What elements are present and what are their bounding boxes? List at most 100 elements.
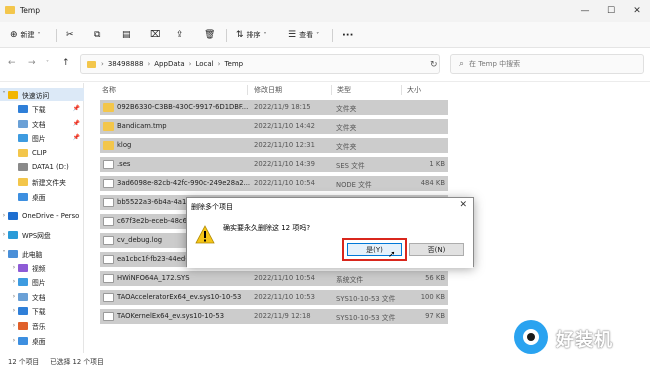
file-date: 2022/11/9 12:18	[254, 312, 311, 320]
trash-icon: 🗑	[204, 30, 216, 40]
file-row[interactable]: 092B6330-C3BB-430C-9917-6D1DBF... 2022/11…	[100, 100, 448, 115]
search-placeholder: 在 Temp 中搜索	[469, 60, 521, 68]
copy-button[interactable]: ⧉	[94, 27, 103, 43]
more-button[interactable]: ···	[342, 27, 353, 43]
breadcrumb-item[interactable]: Temp	[224, 60, 243, 68]
sidebar-item[interactable]: ˅ 此电脑	[0, 247, 84, 260]
file-type: 文件夹	[336, 143, 357, 151]
expand-chevron-icon[interactable]: ›	[10, 278, 18, 285]
file-date: 2022/11/9 18:15	[254, 103, 311, 111]
minimize-button[interactable]: —	[572, 0, 598, 22]
expand-chevron-icon[interactable]: ›	[10, 293, 18, 300]
computer-icon	[8, 249, 18, 258]
column-size[interactable]: 大小	[407, 85, 421, 95]
breadcrumb-separator: ›	[217, 60, 221, 68]
breadcrumb-separator: ›	[147, 60, 151, 68]
breadcrumb-item[interactable]: AppData	[154, 60, 184, 68]
sidebar-item-label: 文档	[32, 120, 46, 129]
sort-button[interactable]: ⇅ 排序 ˅	[236, 27, 267, 43]
file-icon	[103, 217, 114, 226]
file-size: 56 KB	[425, 274, 445, 282]
new-button[interactable]: ⊕ 新建 ˅	[10, 27, 41, 43]
recent-chevron-icon[interactable]: ˅	[46, 60, 49, 67]
dialog-close-button[interactable]: ✕	[459, 200, 467, 210]
share-button[interactable]: ⇪	[176, 27, 187, 43]
sidebar-item[interactable]: 文档 📌	[0, 117, 84, 130]
picture-icon	[18, 133, 28, 142]
search-input[interactable]: ⌕ 在 Temp 中搜索	[450, 54, 644, 74]
file-row[interactable]: TAOAcceleratorEx64_ev.sys10-10-53 2022/11…	[100, 290, 448, 305]
sidebar-item-label: WPS网盘	[22, 231, 51, 240]
file-row[interactable]: HWiNFO64A_172.SYS 2022/11/10 10:54 系统文件 56 …	[100, 271, 448, 286]
dialog-title-bar: 删除多个项目 ✕	[187, 198, 473, 216]
file-name: TAOAcceleratorEx64_ev.sys10-10-53	[117, 293, 242, 301]
sidebar-item-label: 文档	[32, 293, 46, 302]
window-controls: — ☐ ✕	[572, 0, 650, 22]
sidebar-item[interactable]: 图片 📌	[0, 131, 84, 144]
expand-chevron-icon[interactable]: ›	[0, 212, 8, 219]
close-button[interactable]: ✕	[624, 0, 650, 22]
address-bar[interactable]: › 38498888 › AppData › Local › Temp	[80, 54, 440, 74]
rename-icon: ⌧	[150, 30, 161, 40]
forward-arrow-icon[interactable]: →	[28, 58, 36, 68]
sidebar-item[interactable]: 新建文件夹	[0, 175, 84, 188]
paste-button[interactable]: ▤	[122, 27, 134, 43]
expand-chevron-icon[interactable]: ›	[0, 231, 8, 238]
view-button[interactable]: ☰ 查看 ˅	[288, 27, 319, 43]
expand-chevron-icon[interactable]: ›	[10, 322, 18, 329]
up-arrow-icon[interactable]: ↑	[62, 58, 70, 68]
file-name: HWiNFO64A_172.SYS	[117, 274, 190, 282]
expand-chevron-icon[interactable]: ›	[10, 337, 18, 344]
navigation-pane: ˅ 快速访问 下载 📌 文档 📌 图片 📌 CLIP DATA1 (D:) 新建文件夹桌面 › OneD…	[0, 83, 84, 353]
sidebar-item-label: 桌面	[32, 337, 46, 346]
sidebar-item[interactable]: › 音乐	[0, 319, 84, 332]
column-type[interactable]: 类型	[337, 85, 351, 95]
file-row[interactable]: Bandicam.tmp 2022/11/10 14:42 文件夹	[100, 119, 448, 134]
sidebar-item[interactable]: 下载 📌	[0, 102, 84, 115]
divider	[247, 85, 248, 95]
plus-icon: ⊕	[10, 30, 18, 40]
column-name[interactable]: 名称	[102, 85, 116, 95]
sidebar-item[interactable]: › WPS网盘	[0, 228, 84, 241]
folder-icon	[18, 148, 28, 157]
sidebar-item[interactable]: › 图片	[0, 275, 84, 288]
sidebar-item[interactable]: › OneDrive - Perso	[0, 209, 84, 222]
folder-icon	[18, 177, 28, 186]
sidebar-item[interactable]: › 文档	[0, 290, 84, 303]
file-row[interactable]: TAOKernelEx64_ev.sys10-10-53 2022/11/9 12…	[100, 309, 448, 324]
cut-button[interactable]: ✂	[66, 27, 77, 43]
no-button[interactable]: 否(N)	[409, 243, 464, 256]
delete-button[interactable]: 🗑	[204, 27, 218, 43]
sidebar-item[interactable]: DATA1 (D:)	[0, 160, 84, 173]
rename-button[interactable]: ⌧	[150, 27, 163, 43]
divider	[226, 29, 227, 42]
watermark-logo-icon	[514, 320, 548, 354]
paste-icon: ▤	[122, 30, 131, 40]
file-date: 2022/11/10 10:54	[254, 179, 315, 187]
sidebar-item[interactable]: › 桌面	[0, 334, 84, 347]
maximize-button[interactable]: ☐	[598, 0, 624, 22]
selection-count: 已选择 12 个项目	[50, 358, 104, 366]
expand-chevron-icon[interactable]: ›	[10, 307, 18, 314]
back-arrow-icon[interactable]: ←	[8, 58, 16, 68]
sidebar-item[interactable]: ˅ 快速访问	[0, 88, 84, 101]
breadcrumb-item[interactable]: Local	[195, 60, 213, 68]
breadcrumb-item[interactable]: 38498888	[108, 60, 144, 68]
file-icon	[103, 312, 114, 321]
star-icon	[8, 90, 18, 99]
sidebar-item[interactable]: › 下载	[0, 304, 84, 317]
column-date[interactable]: 修改日期	[254, 85, 282, 95]
expand-chevron-icon[interactable]: ˅	[0, 91, 8, 98]
file-row[interactable]: klog 2022/11/10 12:31 文件夹	[100, 138, 448, 153]
download-icon	[18, 104, 28, 113]
expand-chevron-icon[interactable]: ˅	[0, 250, 8, 257]
sidebar-item[interactable]: 桌面	[0, 190, 84, 203]
sidebar-item[interactable]: › 视频	[0, 261, 84, 274]
file-row[interactable]: .ses 2022/11/10 14:39 SES 文件 1 KB	[100, 157, 448, 172]
expand-chevron-icon[interactable]: ›	[10, 264, 18, 271]
sidebar-item[interactable]: CLIP	[0, 146, 84, 159]
sidebar-item-label: 图片	[32, 278, 46, 287]
refresh-icon[interactable]: ↻	[430, 60, 438, 70]
file-row[interactable]: 3ad6098e-82cb-42fc-990c-249e28a2... 2022/…	[100, 176, 448, 191]
chevron-down-icon: ˅	[316, 31, 320, 39]
